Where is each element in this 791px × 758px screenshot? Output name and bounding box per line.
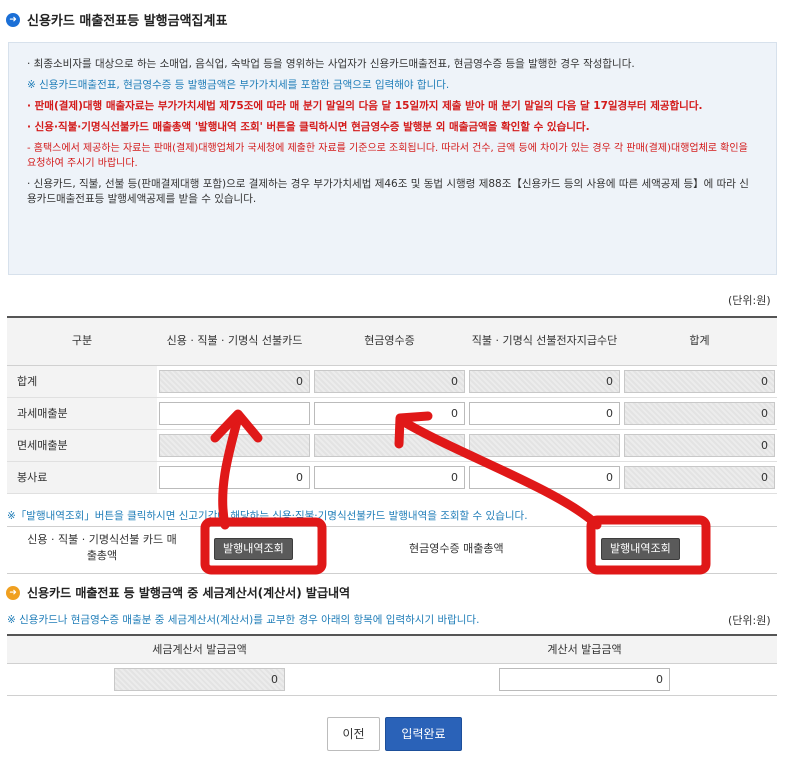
invoice-amount-input[interactable]: 0: [499, 667, 670, 691]
total-sum-field: 0: [624, 369, 775, 393]
info-line-3: · 판매(결제)대행 매출자료는 부가가치세법 제75조에 따라 매 분기 말일…: [27, 100, 703, 112]
unit-label: (단위:원): [728, 294, 771, 307]
card-lookup-button[interactable]: 발행내역조회: [214, 538, 293, 560]
col-header-cash: 현금영수증: [312, 316, 467, 366]
row-label: 면세매출분: [7, 429, 157, 462]
info-line-6: · 신용카드, 직불, 선불 등(판매결제대행 포함)으로 결제하는 경우 부가…: [27, 178, 749, 205]
page-title: 신용카드 매출전표등 발행금액집계표: [27, 14, 228, 29]
total-card-field: 0: [159, 369, 310, 393]
exempt-sum-field: 0: [624, 433, 775, 457]
col-header-invoice: 계산서 발급금액: [392, 634, 777, 664]
summary-bar: 신용 · 직불 · 기명식선불 카드 매출총액 발행내역조회 현금영수증 매출총…: [7, 526, 777, 574]
taxable-cash-input[interactable]: 0: [314, 401, 465, 425]
col-header-total: 합계: [622, 316, 777, 366]
card-total-label: 신용 · 직불 · 기명식선불 카드 매출총액: [27, 533, 177, 562]
cash-total-label: 현금영수증 매출총액: [409, 542, 504, 555]
lookup-note: ※「발행내역조회」버튼을 클릭하시면 신고기간에 해당하는 신용·직불·기명식선…: [7, 510, 528, 522]
section2-header: ➜ 신용카드 매출전표 등 발행금액 중 세금계산서(계산서) 발급내역: [6, 584, 350, 601]
service-cash-input[interactable]: 0: [314, 465, 465, 489]
table-row-taxable: 과세매출분 0 0 0: [7, 397, 777, 430]
invoice-table: 세금계산서 발급금액 계산서 발급금액 0 0: [7, 634, 777, 696]
col-header-category: 구분: [7, 316, 157, 366]
total-debit-field: 0: [469, 369, 620, 393]
info-line-4: · 신용·직불·기명식선불카드 매출총액 '발행내역 조회' 버튼을 클릭하시면…: [27, 121, 590, 133]
exempt-debit-field: [469, 433, 620, 457]
table-row-exempt: 면세매출분 0: [7, 429, 777, 462]
arrow-circle-icon: ➜: [6, 12, 20, 27]
taxable-sum-field: 0: [624, 401, 775, 425]
service-card-input[interactable]: 0: [159, 465, 310, 489]
exempt-cash-field: [314, 433, 465, 457]
tax-invoice-amount-field: 0: [114, 667, 285, 691]
col-header-tax-invoice: 세금계산서 발급금액: [7, 634, 392, 664]
exempt-card-field: [159, 433, 310, 457]
table-row-total: 합계 0 0 0 0: [7, 365, 777, 398]
arrow-circle-icon: ➜: [6, 585, 20, 600]
section2-note: ※ 신용카드나 현금영수증 매출분 중 세금계산서(계산서)를 교부한 경우 아…: [7, 614, 480, 626]
section2-title: 신용카드 매출전표 등 발행금액 중 세금계산서(계산서) 발급내역: [27, 586, 351, 600]
prev-button[interactable]: 이전: [327, 717, 380, 751]
info-line-2: ※ 신용카드매출전표, 현금영수증 등 발행금액은 부가가치세를 포함한 금액으…: [27, 79, 450, 91]
table-row-service: 봉사료 0 0 0 0: [7, 461, 777, 494]
submit-button[interactable]: 입력완료: [385, 717, 462, 751]
info-box: · 최종소비자를 대상으로 하는 소매업, 음식업, 숙박업 등을 영위하는 사…: [8, 42, 777, 275]
section-header: ➜ 신용카드 매출전표등 발행금액집계표: [6, 10, 227, 29]
row-label: 봉사료: [7, 461, 157, 494]
taxable-card-input[interactable]: [159, 401, 310, 425]
table-row: 0 0: [7, 663, 777, 696]
section2-unit-label: (단위:원): [728, 614, 771, 627]
col-header-card: 신용 · 직불 · 기명식 선불카드: [157, 316, 312, 366]
service-sum-field: 0: [624, 465, 775, 489]
info-line-5: - 홈택스에서 제공하는 자료는 판매(결제)대행업체가 국세청에 제출한 자료…: [27, 143, 748, 169]
row-label: 합계: [7, 365, 157, 398]
service-debit-input[interactable]: 0: [469, 465, 620, 489]
row-label: 과세매출분: [7, 397, 157, 430]
amount-table: 구분 신용 · 직불 · 기명식 선불카드 현금영수증 직불 · 기명식 선불전…: [7, 316, 777, 494]
col-header-debit: 직불 · 기명식 선불전자지급수단: [467, 316, 622, 366]
taxable-debit-input[interactable]: 0: [469, 401, 620, 425]
info-line-1: · 최종소비자를 대상으로 하는 소매업, 음식업, 숙박업 등을 영위하는 사…: [27, 58, 635, 70]
cash-lookup-button[interactable]: 발행내역조회: [601, 538, 680, 560]
total-cash-field: 0: [314, 369, 465, 393]
